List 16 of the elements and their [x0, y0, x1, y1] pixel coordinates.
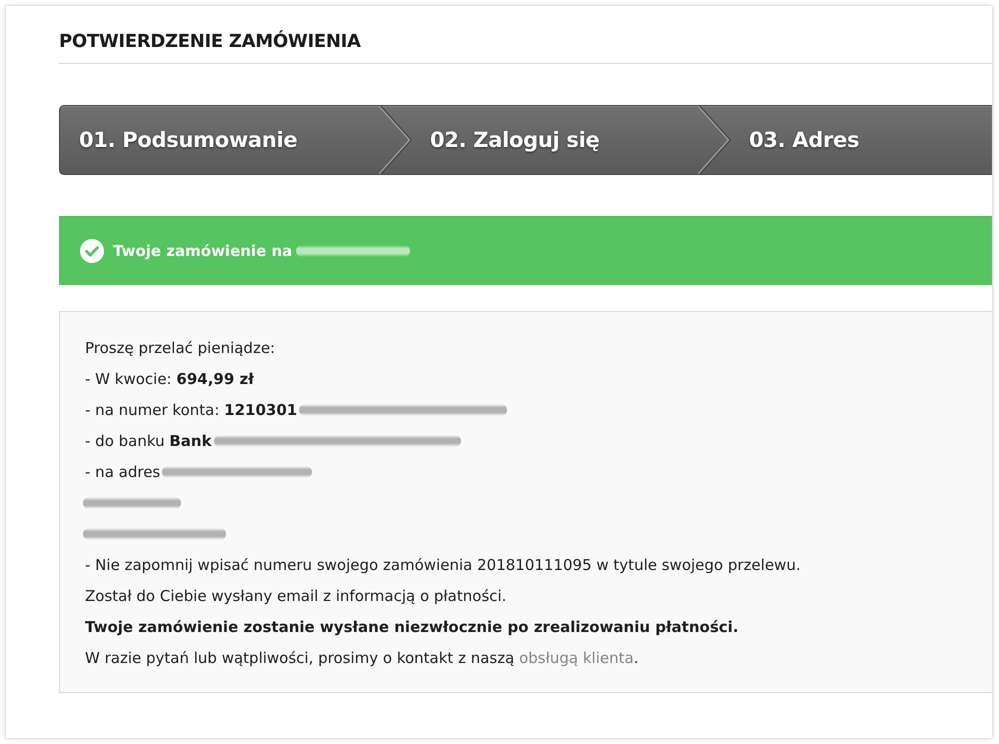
info-text: - na numer konta: 1210301 [85, 400, 298, 418]
check-circle-icon [80, 239, 104, 263]
alert-message: Twoje zamówienie na [113, 242, 292, 260]
info-text: - Nie zapomnij wpisać numeru swojego zamówienia 201810111095 w tytule swojego przelewu. [85, 556, 801, 574]
info-text: Został do Ciebie wysłany email z informacją o płatności. [85, 586, 506, 604]
checkout-step: 02. Zaloguj się [412, 106, 697, 174]
info-text: - do banku Bank [85, 432, 212, 450]
checkout-step: 03. Adres [731, 106, 992, 174]
contact-text: W razie pytań lub wątpliwości, prosimy o kontakt z naszą obsługą klienta. [85, 648, 638, 666]
info-text: Proszę przelać pieniądze: [85, 338, 276, 356]
info-text: - na adres [85, 462, 160, 480]
checkout-step: 01. Podsumowanie [60, 106, 378, 174]
page-title: POTWIERDZENIE ZAMÓWIENIA [59, 31, 361, 53]
customer-service-link[interactable]: obsługą klienta [519, 648, 634, 666]
notice-text: Twoje zamówienie zostanie wysłane niezwłocznie po zrealizowaniu płatności. [85, 618, 738, 636]
info-text: - W kwocie: 694,99 zł [85, 370, 254, 388]
